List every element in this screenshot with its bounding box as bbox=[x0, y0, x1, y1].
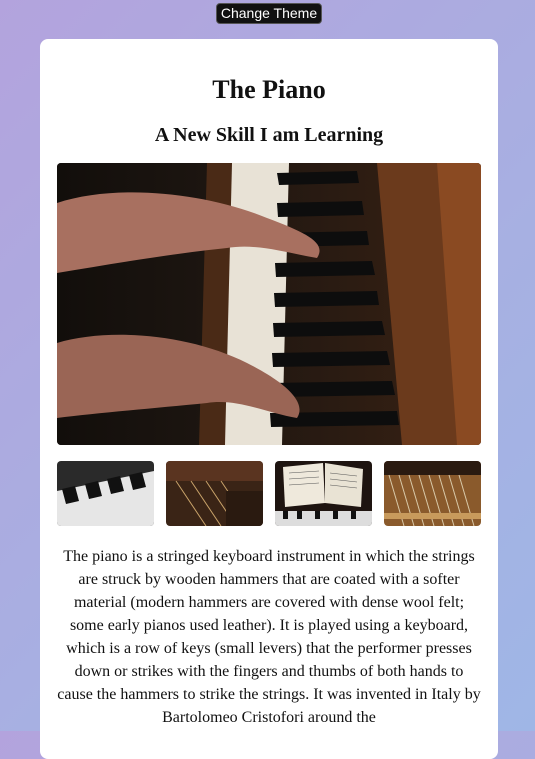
content-card: The Piano A New Skill I am Learning The … bbox=[40, 39, 498, 759]
article-body: The piano is a stringed keyboard instrum… bbox=[57, 548, 481, 726]
gallery-thumbnail-keys[interactable] bbox=[57, 461, 154, 526]
gallery-thumbnail-sheet-music[interactable] bbox=[275, 461, 372, 526]
gallery-thumbnail-strings[interactable] bbox=[384, 461, 481, 526]
page-title: The Piano bbox=[212, 75, 326, 104]
gallery-thumbnail-interior[interactable] bbox=[166, 461, 263, 526]
change-theme-button[interactable]: Change Theme bbox=[216, 3, 322, 24]
hero-image bbox=[57, 163, 481, 445]
page-subtitle: A New Skill I am Learning bbox=[154, 124, 384, 146]
